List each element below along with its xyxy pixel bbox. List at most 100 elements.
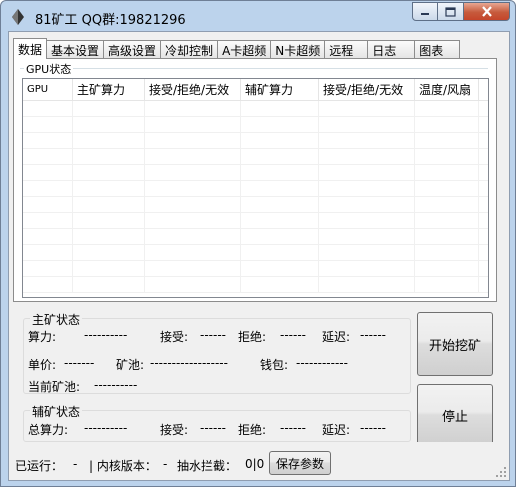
empty-table-cell <box>241 133 319 149</box>
column-header-main-hashrate[interactable]: 主矿算力 <box>73 79 145 101</box>
client-area: 数据 基本设置 高级设置 冷却控制 A卡超频 N卡超频 远程 日志 图表 GPU… <box>8 31 510 481</box>
empty-table-cell <box>415 101 479 117</box>
empty-table-cell <box>73 149 145 165</box>
column-header-aux-shares[interactable]: 接受/拒绝/无效 <box>319 79 415 101</box>
empty-table-cell <box>241 261 319 277</box>
tab-data[interactable]: 数据 <box>13 38 48 59</box>
main-latency-label: 延迟: <box>322 330 351 344</box>
main-hashrate-label: 算力: <box>28 330 57 344</box>
empty-table-cell <box>73 133 145 149</box>
data-tab-panel: GPU状态 GPU 主矿算力 接受/拒绝/无效 辅矿算力 接受/拒绝/无效 温度… <box>13 58 497 302</box>
main-price-value: ------- <box>64 356 95 370</box>
tab-chart[interactable]: 图表 <box>414 40 461 59</box>
empty-table-cell <box>145 277 241 293</box>
empty-table-row <box>23 229 488 245</box>
empty-table-cell <box>241 181 319 197</box>
tab-amd-overclock[interactable]: A卡超频 <box>217 40 272 59</box>
start-mining-button[interactable]: 开始挖矿 <box>417 312 493 376</box>
aux-latency-label: 延迟: <box>322 423 351 437</box>
aux-latency-value: ------ <box>360 421 386 435</box>
empty-table-cell <box>23 245 73 261</box>
minimize-button[interactable] <box>412 2 438 21</box>
column-header-gpu[interactable]: GPU <box>23 79 73 101</box>
maximize-button[interactable] <box>438 2 464 21</box>
maximize-icon <box>445 6 456 17</box>
empty-table-cell <box>319 181 415 197</box>
tab-advanced-settings[interactable]: 高级设置 <box>103 40 162 59</box>
empty-table-cell <box>145 165 241 181</box>
empty-table-cell <box>319 197 415 213</box>
empty-table-cell <box>319 245 415 261</box>
kernel-version-label: | 内核版本： <box>89 459 157 473</box>
column-header-main-shares[interactable]: 接受/拒绝/无效 <box>145 79 241 101</box>
tab-log[interactable]: 日志 <box>367 40 416 59</box>
main-price-label: 单价: <box>28 358 57 372</box>
current-pool-label: 当前矿池: <box>28 380 81 394</box>
empty-table-cell <box>241 165 319 181</box>
empty-table-cell <box>241 197 319 213</box>
main-wallet-value: ------------ <box>296 356 348 370</box>
running-time-label: 已运行： <box>15 459 64 473</box>
empty-table-cell <box>241 101 319 117</box>
empty-table-row <box>23 165 488 181</box>
empty-table-cell <box>145 197 241 213</box>
minimize-icon <box>421 12 429 15</box>
tab-cooling-control[interactable]: 冷却控制 <box>160 40 219 59</box>
empty-table-cell <box>415 213 479 229</box>
empty-table-cell <box>23 229 73 245</box>
aux-accepted-label: 接受: <box>160 423 189 437</box>
main-status-group: 主矿状态 算力: ---------- 接受: ------ 拒绝: -----… <box>23 311 411 394</box>
kernel-version-value: - <box>163 457 168 471</box>
empty-table-row <box>23 197 488 213</box>
miner-app-icon <box>12 9 24 25</box>
empty-table-cell <box>73 229 145 245</box>
empty-table-cell <box>415 245 479 261</box>
tab-basic-settings[interactable]: 基本设置 <box>46 40 105 59</box>
main-accepted-label: 接受: <box>160 330 189 344</box>
empty-table-row <box>23 277 488 293</box>
window-title: 81矿工 QQ群:19821296 <box>35 13 186 28</box>
save-settings-button[interactable]: 保存参数 <box>269 451 331 475</box>
empty-table-cell <box>145 261 241 277</box>
tab-nvidia-overclock[interactable]: N卡超频 <box>270 40 326 59</box>
empty-table-cell <box>241 229 319 245</box>
empty-table-cell <box>145 229 241 245</box>
empty-table-cell <box>415 261 479 277</box>
empty-table-cell <box>415 133 479 149</box>
resize-grip-icon[interactable] <box>496 467 507 478</box>
main-rejected-label: 拒绝: <box>238 330 267 344</box>
empty-table-cell <box>415 165 479 181</box>
empty-table-cell <box>73 277 145 293</box>
gpu-status-table[interactable]: GPU 主矿算力 接受/拒绝/无效 辅矿算力 接受/拒绝/无效 温度/风扇 <box>22 78 489 298</box>
empty-table-cell <box>319 101 415 117</box>
empty-table-cell <box>145 245 241 261</box>
main-accepted-value: ------ <box>200 328 226 342</box>
empty-table-cell <box>319 149 415 165</box>
empty-table-cell <box>23 133 73 149</box>
main-pool-value: ------------------ <box>150 356 228 370</box>
main-status-label: 主矿状态 <box>30 311 83 328</box>
column-header-aux-hashrate[interactable]: 辅矿算力 <box>241 79 319 101</box>
main-latency-value: ------ <box>360 328 386 342</box>
tab-remote[interactable]: 远程 <box>324 40 369 59</box>
fee-intercept-label: 抽水拦截： <box>177 459 238 473</box>
empty-table-cell <box>145 213 241 229</box>
tab-strip: 数据 基本设置 高级设置 冷却控制 A卡超频 N卡超频 远程 日志 图表 <box>13 38 461 59</box>
main-hashrate-value: ---------- <box>84 328 128 342</box>
stop-button[interactable]: 停止 <box>417 384 493 446</box>
empty-table-cell <box>241 213 319 229</box>
empty-table-cell <box>73 181 145 197</box>
column-header-temp-fan[interactable]: 温度/风扇 <box>415 79 479 101</box>
empty-table-cell <box>73 117 145 133</box>
table-header: GPU 主矿算力 接受/拒绝/无效 辅矿算力 接受/拒绝/无效 温度/风扇 <box>23 79 488 101</box>
empty-table-cell <box>319 261 415 277</box>
empty-table-cell <box>415 229 479 245</box>
title-bar[interactable]: 81矿工 QQ群:19821296 <box>1 1 515 31</box>
empty-table-cell <box>23 261 73 277</box>
close-button[interactable] <box>464 2 510 21</box>
empty-table-cell <box>241 277 319 293</box>
empty-table-cell <box>145 101 241 117</box>
empty-table-cell <box>145 133 241 149</box>
window-controls <box>412 2 510 21</box>
aux-rejected-label: 拒绝: <box>238 423 267 437</box>
